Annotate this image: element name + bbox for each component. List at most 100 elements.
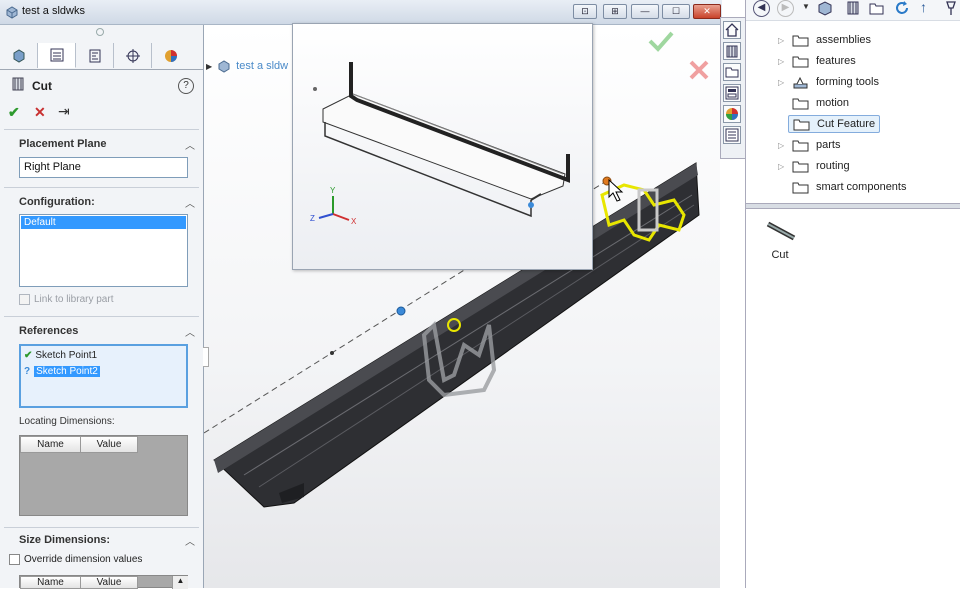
library-folder-tree: ▷ assemblies ▷ features ▷ forming tools … <box>746 30 960 200</box>
tile-button[interactable]: ⊡ <box>573 4 597 19</box>
expand-arrow-icon[interactable]: ▷ <box>778 36 784 45</box>
forward-icon[interactable]: ▶ <box>777 0 794 17</box>
folder-routing[interactable]: ▷ routing <box>778 157 850 175</box>
history-dropdown-icon[interactable]: ▼ <box>802 2 810 11</box>
feature-name: Cut <box>32 79 52 93</box>
references-list[interactable]: ✔ Sketch Point1 ? Sketch Point2 <box>19 344 188 408</box>
pushpin-icon[interactable]: ⇥ <box>58 103 70 120</box>
locating-dimensions-label: Locating Dimensions: <box>19 416 115 427</box>
folder-assemblies[interactable]: ▷ assemblies <box>778 31 872 49</box>
custom-properties-icon[interactable] <box>723 126 741 144</box>
folder-icon <box>792 98 809 109</box>
question-icon: ? <box>24 366 31 377</box>
library-item-cut[interactable]: Cut <box>760 218 800 268</box>
configuration-item-default[interactable]: Default <box>21 216 186 229</box>
breadcrumb-label: test a sldw <box>236 60 289 72</box>
folder-label: forming tools <box>816 76 879 88</box>
view-palette-icon[interactable] <box>723 84 741 102</box>
triad-x-axis <box>332 213 350 221</box>
size-dimensions-heading: Size Dimensions: <box>19 534 111 546</box>
up-arrow-icon[interactable]: ↑ <box>920 0 927 15</box>
folder-motion[interactable]: motion <box>792 94 849 112</box>
pane-splitter[interactable] <box>746 203 960 209</box>
tab-property-manager[interactable] <box>38 43 76 68</box>
folder-forming-tools[interactable]: ▷ forming tools <box>778 73 879 91</box>
scroll-up-icon[interactable]: ▲ <box>172 576 188 589</box>
folder-label: Cut Feature <box>817 118 876 130</box>
sketch-point[interactable] <box>396 306 406 316</box>
design-library-icon[interactable] <box>723 42 741 60</box>
add-part-icon[interactable] <box>844 0 862 16</box>
triad-y-label: Y <box>330 186 336 195</box>
size-dimensions-grid[interactable]: Name Value ▲ <box>19 575 188 589</box>
home-icon[interactable] <box>723 21 741 39</box>
folder-cut-feature[interactable]: Cut Feature <box>788 115 881 133</box>
confirm-corner-check[interactable] <box>648 31 674 52</box>
expand-arrow-icon[interactable]: ▷ <box>778 162 784 171</box>
forming-tools-icon <box>793 76 808 88</box>
tab-feature-manager[interactable] <box>0 43 38 68</box>
folder-label: assemblies <box>816 34 872 46</box>
collapse-chevron-icon[interactable]: ︿ <box>185 195 195 210</box>
cancel-corner-x[interactable] <box>689 60 709 80</box>
reference-item-1[interactable]: ✔ Sketch Point1 <box>24 350 97 361</box>
section-divider <box>4 527 199 528</box>
link-library-checkbox[interactable] <box>19 294 30 305</box>
column-name-header[interactable]: Name <box>20 576 81 589</box>
add-to-library-icon[interactable] <box>816 0 834 16</box>
configuration-list[interactable]: Default <box>19 214 188 287</box>
triad-x-label: X <box>351 217 357 226</box>
property-list-icon <box>50 48 63 62</box>
cascade-button[interactable]: ⊞ <box>603 4 627 19</box>
link-library-label: Link to library part <box>34 294 114 305</box>
help-icon[interactable]: ? <box>178 78 194 94</box>
breadcrumb-arrow-icon: ▶ <box>206 61 213 71</box>
column-name-header[interactable]: Name <box>20 436 81 453</box>
locating-dimensions-grid[interactable]: Name Value <box>19 435 188 516</box>
back-icon[interactable]: ◀ <box>753 0 770 17</box>
tab-dimxpert-manager[interactable] <box>114 43 152 68</box>
expand-arrow-icon[interactable]: ▷ <box>778 141 784 150</box>
references-heading: References <box>19 325 79 337</box>
cut-thumbnail-icon <box>766 221 796 241</box>
check-icon: ✔ <box>24 350 33 361</box>
collapse-chevron-icon[interactable]: ︿ <box>185 324 195 339</box>
appearances-icon[interactable] <box>723 105 741 123</box>
refresh-icon[interactable] <box>894 0 912 16</box>
folder-parts[interactable]: ▷ parts <box>778 136 840 154</box>
appearance-pie-icon <box>165 49 177 62</box>
close-button[interactable]: ✕ <box>693 4 721 19</box>
placement-plane-field[interactable]: Right Plane <box>19 157 188 178</box>
manager-tabs <box>0 43 203 70</box>
column-value-header[interactable]: Value <box>80 436 138 453</box>
panel-splitter-handle[interactable] <box>96 28 104 36</box>
column-value-header[interactable]: Value <box>80 576 138 589</box>
minimize-button[interactable]: — <box>631 4 659 19</box>
configuration-heading: Configuration: <box>19 196 95 208</box>
override-dimensions-checkbox[interactable] <box>9 554 20 565</box>
add-folder-icon[interactable] <box>868 0 886 16</box>
crosshair-icon <box>125 48 140 63</box>
cut-feature-icon <box>12 77 24 91</box>
ok-check-icon[interactable]: ✔ <box>8 104 20 121</box>
collapse-chevron-icon[interactable]: ︿ <box>185 533 195 548</box>
expand-arrow-icon[interactable]: ▷ <box>778 78 784 87</box>
panel-flyout-tab[interactable] <box>203 347 209 367</box>
cancel-x-icon[interactable]: ✕ <box>34 104 46 121</box>
graphics-area[interactable]: ▶ test a sldw Y X Z <box>204 23 720 588</box>
breadcrumb[interactable]: ▶ test a sldw <box>206 58 288 74</box>
reference-item-label: Sketch Point2 <box>34 366 100 377</box>
reference-item-2[interactable]: ? Sketch Point2 <box>24 366 100 377</box>
pin-icon[interactable] <box>944 0 958 16</box>
collapse-chevron-icon[interactable]: ︿ <box>185 137 195 152</box>
maximize-button[interactable]: ☐ <box>662 4 690 19</box>
folder-features[interactable]: ▷ features <box>778 52 856 70</box>
preview-point-small <box>313 87 317 91</box>
folder-smart-components[interactable]: smart components <box>792 178 906 196</box>
tab-display-manager[interactable] <box>152 43 190 68</box>
reference-item-label: Sketch Point1 <box>35 350 98 361</box>
tab-configuration-manager[interactable] <box>76 43 114 68</box>
folder-icon <box>792 161 809 172</box>
expand-arrow-icon[interactable]: ▷ <box>778 57 784 66</box>
file-explorer-icon[interactable] <box>723 63 741 81</box>
